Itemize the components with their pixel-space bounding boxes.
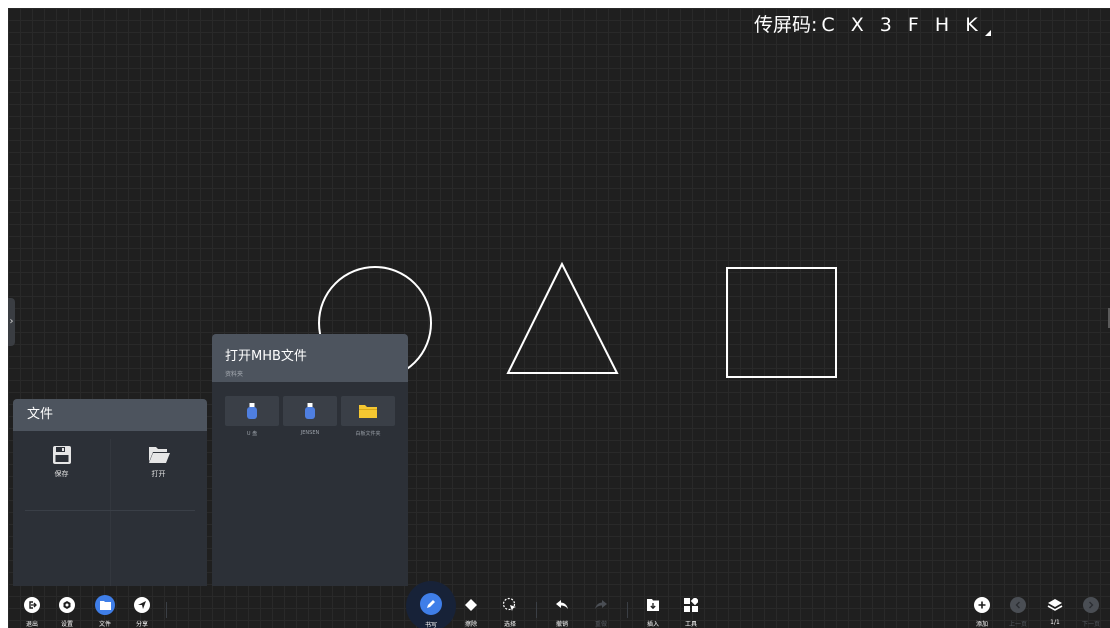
mhb-panel-title: 打开MHB文件 xyxy=(225,349,307,364)
exit-icon xyxy=(24,597,40,613)
insert-label: 插入 xyxy=(646,621,659,628)
whiteboard-canvas[interactable]: 传屏码: C X 3 F H K › 文件 保存 打开 打开MHB文件 资料夹 … xyxy=(8,8,1110,628)
source-whiteboard-folder[interactable]: 白板文件夹 xyxy=(341,396,395,437)
insert-button[interactable]: 插入 xyxy=(637,597,669,628)
layers-icon xyxy=(1047,597,1063,613)
save-button[interactable]: 保存 xyxy=(13,445,110,505)
mhb-panel-subtitle: 资料夹 xyxy=(225,371,244,378)
divider xyxy=(536,602,537,618)
redo-icon xyxy=(593,597,609,613)
tools-grid-icon xyxy=(683,597,699,613)
bottom-toolbar: 退出 设置 文件 分享 书写 擦除 选择 撤销 重做 插入 工具 添加 上一页 … xyxy=(8,581,1110,628)
page-indicator: 1/1 xyxy=(1050,619,1060,626)
save-icon xyxy=(52,446,71,464)
open-button[interactable]: 打开 xyxy=(110,445,207,505)
file-label: 文件 xyxy=(98,621,111,628)
usb-drive-icon xyxy=(305,403,315,419)
file-panel: 文件 保存 打开 xyxy=(13,399,207,586)
exit-button[interactable]: 退出 xyxy=(16,597,48,628)
chevron-left-icon xyxy=(1010,597,1026,613)
folder-icon xyxy=(359,405,377,418)
select-button[interactable]: 选择 xyxy=(494,597,526,628)
plus-icon xyxy=(974,597,990,613)
write-label: 书写 xyxy=(424,622,437,628)
open-label: 打开 xyxy=(151,470,166,478)
erase-label: 擦除 xyxy=(464,621,477,628)
open-mhb-panel: 打开MHB文件 资料夹 U 盘 JENSEN 白板文件夹 xyxy=(212,334,408,586)
erase-button[interactable]: 擦除 xyxy=(455,597,487,628)
tools-label: 工具 xyxy=(684,621,697,628)
drawn-triangle[interactable] xyxy=(506,261,619,374)
next-label: 下一页 xyxy=(1081,621,1100,628)
source-usb-drive[interactable]: U 盘 xyxy=(225,396,279,437)
select-label: 选择 xyxy=(503,621,516,628)
prev-label: 上一页 xyxy=(1008,621,1027,628)
folder-icon xyxy=(95,595,115,615)
usb-drive-icon xyxy=(247,403,257,419)
chevron-right-icon xyxy=(1083,597,1099,613)
file-button[interactable]: 文件 xyxy=(89,595,121,628)
next-page-button[interactable]: 下一页 xyxy=(1075,597,1107,628)
divider xyxy=(627,602,628,618)
drawn-square[interactable] xyxy=(726,267,837,378)
share-icon xyxy=(134,597,150,613)
insert-icon xyxy=(645,597,661,613)
divider xyxy=(166,602,167,618)
redo-label: 重做 xyxy=(594,621,607,628)
source-label: U 盘 xyxy=(246,431,258,437)
share-label: 分享 xyxy=(135,621,148,628)
gear-icon xyxy=(59,597,75,613)
select-cursor-icon xyxy=(502,597,518,613)
add-page-button[interactable]: 添加 xyxy=(966,597,998,628)
settings-label: 设置 xyxy=(60,621,73,628)
exit-label: 退出 xyxy=(25,621,38,628)
divider xyxy=(25,510,195,511)
source-label: 白板文件夹 xyxy=(355,431,381,437)
save-label: 保存 xyxy=(54,470,69,478)
redo-button[interactable]: 重做 xyxy=(585,597,617,628)
mhb-panel-header: 打开MHB文件 资料夹 xyxy=(212,334,408,382)
file-panel-title: 文件 xyxy=(13,399,207,431)
folder-open-icon xyxy=(148,447,170,463)
undo-label: 撤销 xyxy=(555,621,568,628)
eraser-icon xyxy=(463,597,479,613)
settings-button[interactable]: 设置 xyxy=(51,597,83,628)
share-button[interactable]: 分享 xyxy=(126,597,158,628)
source-jensen[interactable]: JENSEN xyxy=(283,396,337,436)
source-label: JENSEN xyxy=(300,430,320,436)
prev-page-button[interactable]: 上一页 xyxy=(1002,597,1034,628)
pen-icon xyxy=(420,593,442,615)
undo-icon xyxy=(554,597,570,613)
add-label: 添加 xyxy=(975,621,988,628)
tools-button[interactable]: 工具 xyxy=(675,597,707,628)
undo-button[interactable]: 撤销 xyxy=(546,597,578,628)
pages-button[interactable]: 1/1 xyxy=(1039,597,1071,626)
write-button[interactable]: 书写 xyxy=(415,593,447,628)
